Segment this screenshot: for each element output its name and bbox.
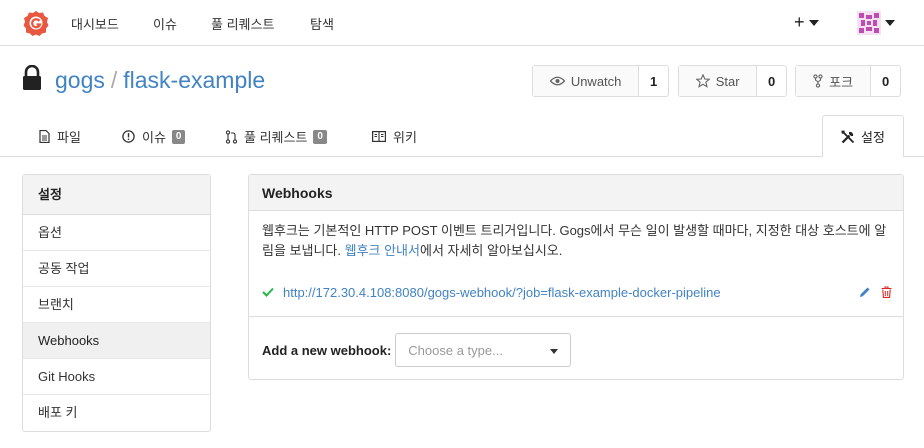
add-webhook-row: Add a new webhook: Choose a type...	[262, 333, 572, 367]
caret-down-icon	[885, 20, 895, 26]
webhooks-title: Webhooks	[249, 175, 903, 211]
book-icon	[372, 131, 386, 142]
tab-wiki-label: 위키	[393, 130, 417, 145]
tab-settings-label: 설정	[861, 130, 885, 145]
repo-header: gogs / flask-example Unwatch 1 Star 0 포크 0…	[0, 47, 924, 158]
gogs-logo-icon[interactable]	[23, 10, 49, 36]
fork-button-group: 포크 0	[795, 65, 901, 97]
repo-name-link[interactable]: flask-example	[123, 67, 265, 93]
watchers-count[interactable]: 1	[639, 66, 668, 96]
star-icon	[695, 74, 710, 88]
sidebar-item-deploy-keys[interactable]: 배포 키	[23, 395, 210, 431]
stars-count[interactable]: 0	[757, 66, 786, 96]
tab-pull-requests[interactable]: 풀 리퀘스트 0	[226, 127, 327, 146]
settings-sidebar: 설정 옵션 공동 작업 브랜치 Webhooks Git Hooks 배포 키	[22, 174, 211, 432]
webhook-item: http://172.30.4.108:8080/gogs-webhook/?j…	[262, 283, 892, 301]
webhook-actions	[859, 286, 892, 298]
edit-pencil-icon[interactable]	[859, 286, 871, 298]
tab-wiki[interactable]: 위키	[372, 127, 417, 146]
sidebar-item-options[interactable]: 옵션	[23, 215, 210, 251]
star-label: Star	[715, 73, 740, 89]
webhook-type-select[interactable]: Choose a type...	[395, 333, 572, 367]
desc-text-2: 에서 자세히 알아보십시오.	[419, 243, 563, 258]
nav-pull-requests[interactable]: 풀 리퀘스트	[211, 14, 274, 33]
caret-down-icon	[808, 20, 819, 27]
fork-icon	[813, 74, 823, 88]
check-icon	[262, 287, 274, 297]
repo-separator: /	[110, 67, 118, 93]
nav-explore[interactable]: 탐색	[310, 14, 334, 33]
sidebar-item-branches[interactable]: 브랜치	[23, 287, 210, 323]
repo-owner-link[interactable]: gogs	[55, 67, 105, 93]
top-navbar: 대시보드 이슈 풀 리퀘스트 탐색 +	[0, 0, 924, 46]
unwatch-button[interactable]: Unwatch	[533, 66, 640, 96]
tab-files[interactable]: 파일	[39, 127, 81, 146]
create-new-menu[interactable]: +	[794, 12, 819, 33]
add-webhook-label: Add a new webhook:	[262, 342, 392, 358]
fork-button[interactable]: 포크	[796, 66, 872, 96]
tab-files-label: 파일	[57, 130, 81, 145]
tools-icon	[841, 130, 855, 143]
issue-opened-icon	[122, 130, 135, 143]
tab-issues[interactable]: 이슈 0	[122, 127, 186, 146]
trash-icon[interactable]	[881, 286, 892, 298]
forks-count[interactable]: 0	[871, 66, 900, 96]
dropdown-arrow-icon	[550, 349, 559, 354]
sidebar-item-collaboration[interactable]: 공동 작업	[23, 251, 210, 287]
fork-label: 포크	[829, 74, 854, 90]
eye-icon	[549, 76, 565, 86]
issues-count-badge: 0	[171, 129, 186, 144]
file-icon	[39, 130, 50, 143]
webhook-url-link[interactable]: http://172.30.4.108:8080/gogs-webhook/?j…	[283, 285, 721, 300]
tab-settings[interactable]: 설정	[822, 115, 904, 158]
webhook-guide-link[interactable]: 웹후크 안내서	[345, 243, 420, 258]
webhook-type-placeholder: Choose a type...	[408, 342, 503, 358]
pulls-count-badge: 0	[313, 129, 327, 144]
webhooks-description: 웹후크는 기본적인 HTTP POST 이벤트 트리거입니다. Gogs에서 무…	[262, 221, 892, 261]
tab-issues-label: 이슈	[142, 130, 166, 145]
avatar	[857, 11, 881, 35]
panel-divider	[249, 316, 903, 317]
lock-icon	[23, 65, 41, 90]
plus-icon: +	[794, 12, 805, 32]
repo-title: gogs / flask-example	[55, 67, 265, 94]
webhooks-panel: Webhooks 웹후크는 기본적인 HTTP POST 이벤트 트리거입니다.…	[248, 174, 904, 380]
nav-dashboard[interactable]: 대시보드	[71, 14, 119, 33]
sidebar-item-git-hooks[interactable]: Git Hooks	[23, 359, 210, 395]
star-button[interactable]: Star	[679, 66, 758, 96]
nav-issues[interactable]: 이슈	[153, 14, 177, 33]
watch-button-group: Unwatch 1	[532, 65, 669, 97]
user-menu[interactable]	[857, 11, 895, 35]
sidebar-item-webhooks[interactable]: Webhooks	[23, 323, 210, 359]
pull-request-icon	[226, 129, 237, 144]
unwatch-label: Unwatch	[570, 73, 622, 89]
tab-pull-requests-label: 풀 리퀘스트	[244, 130, 308, 145]
sidebar-title: 설정	[23, 175, 210, 215]
star-button-group: Star 0	[678, 65, 787, 97]
